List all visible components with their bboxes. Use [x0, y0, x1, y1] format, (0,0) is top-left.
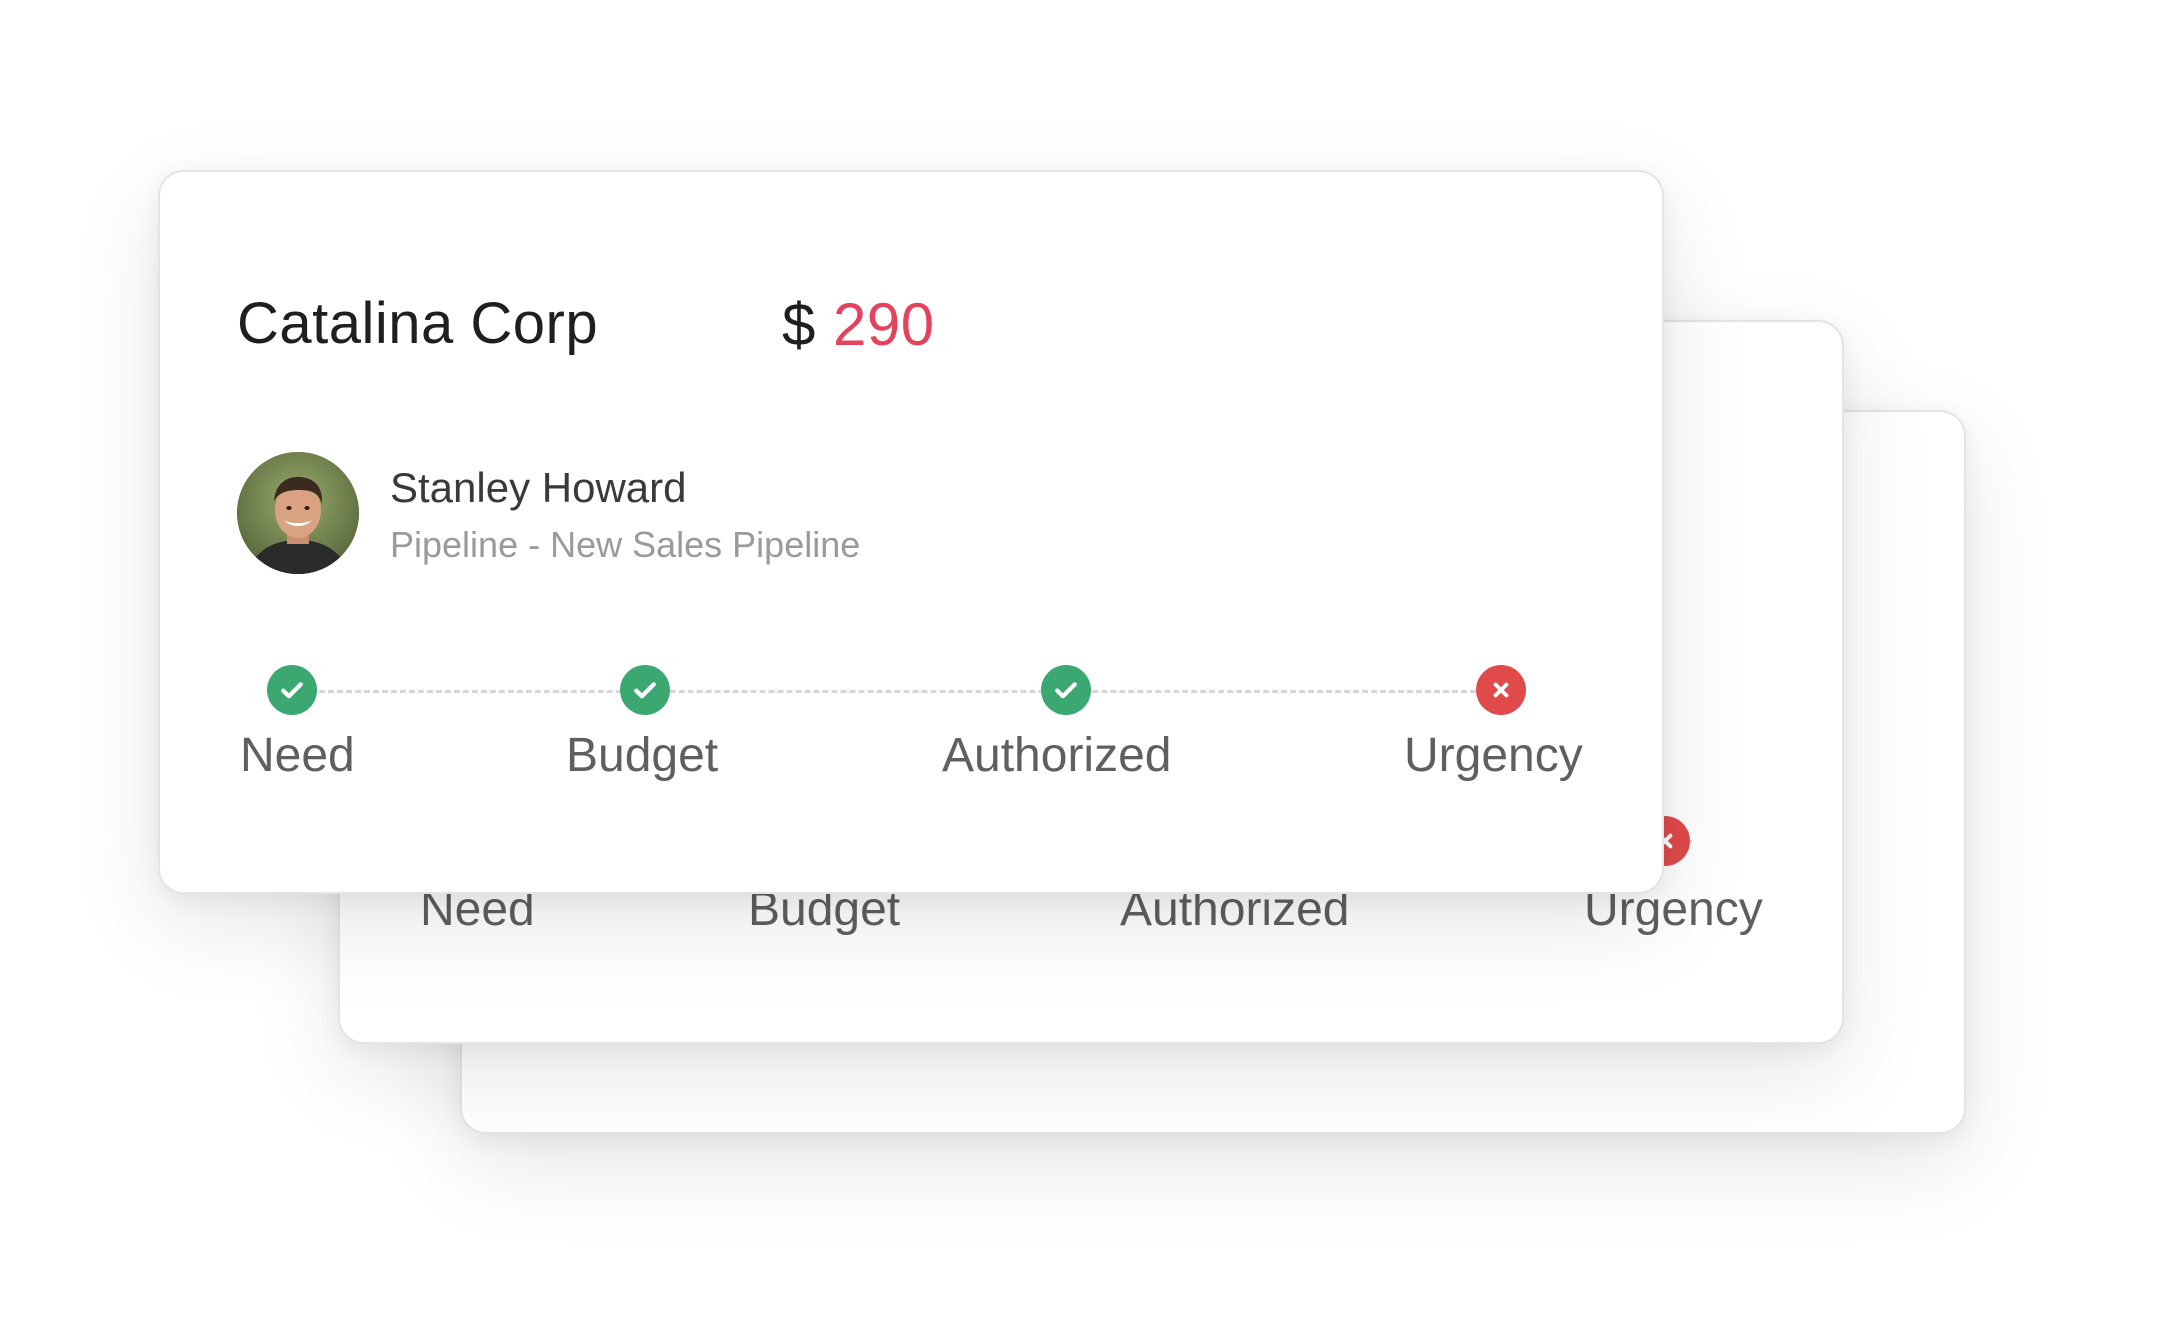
stage-label-budget: Budget	[566, 729, 719, 782]
deal-card[interactable]: Catalina Corp $ 290 Stanley Howard Pipel…	[158, 170, 1664, 894]
stage-label-urgency: Urgency	[1404, 729, 1583, 782]
check-icon	[267, 665, 317, 715]
stage-label-need: Need	[240, 729, 355, 782]
check-icon	[620, 665, 670, 715]
close-icon	[1476, 665, 1526, 715]
stage-connector	[292, 690, 1512, 693]
stage-label-authorized: Authorized	[942, 729, 1172, 782]
check-icon	[1041, 665, 1091, 715]
stage-track: Need Budget Authorized Urgency	[160, 172, 1662, 892]
